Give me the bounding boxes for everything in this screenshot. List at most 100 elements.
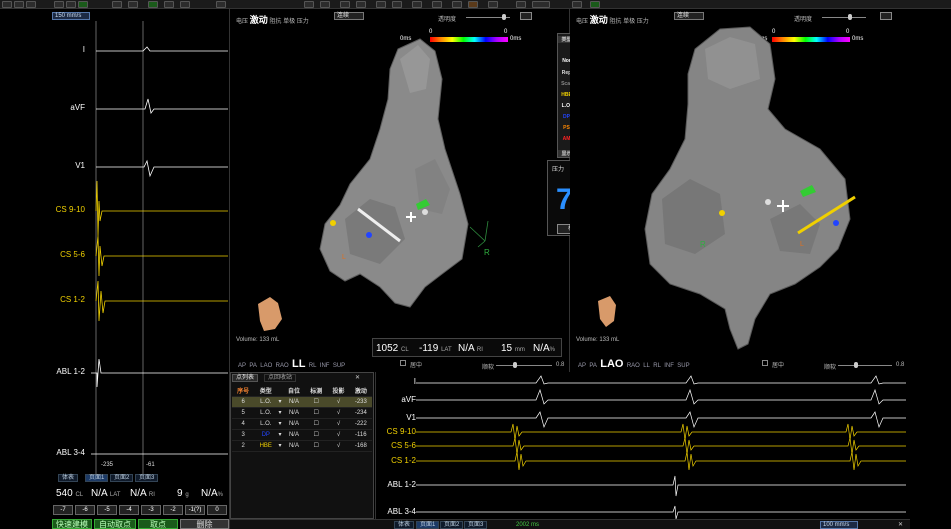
offset-button-minus2[interactable]: -2 — [163, 505, 183, 515]
offset-button-minus7[interactable]: -7 — [53, 505, 73, 515]
offset-button-minus3[interactable]: -3 — [141, 505, 161, 515]
tab-surface[interactable]: 体表 — [58, 474, 79, 482]
tab-point-list[interactable]: 点列表 — [232, 374, 259, 382]
row-index: 5 — [232, 407, 255, 419]
take-point-button[interactable]: 取点 — [138, 519, 178, 529]
table-close-icon[interactable]: ✕ — [355, 374, 360, 381]
toolbar-button-1[interactable] — [2, 1, 12, 8]
toolbar-button-5[interactable] — [66, 1, 76, 8]
view-sup-right[interactable]: SUP — [677, 363, 689, 369]
header-mapped[interactable]: 标测 — [305, 385, 328, 397]
view-rao[interactable]: RAO — [276, 363, 289, 369]
view-sup[interactable]: SUP — [333, 363, 345, 369]
channel-label-cs-1-2: CS 1-2 — [60, 295, 85, 304]
rt-speed-select[interactable]: 100 mm/s — [820, 521, 858, 529]
header-index[interactable]: 序号 — [232, 385, 255, 397]
header-type[interactable]: 类型 — [254, 385, 278, 397]
row-check-mark: √ — [327, 396, 350, 408]
table-row[interactable]: 2 HBE ▾ N/A ☐ √ -168 — [232, 440, 372, 452]
view-inf-right[interactable]: INF — [664, 363, 674, 369]
toolbar-button-19[interactable] — [412, 1, 422, 8]
offset-button-minus5[interactable]: -5 — [97, 505, 117, 515]
toolbar-button-22[interactable] — [468, 1, 478, 8]
toolbar-button-18[interactable] — [392, 1, 402, 8]
toolbar-button-3[interactable] — [26, 1, 36, 8]
rt-tab-page3[interactable]: 页面3 — [464, 521, 488, 529]
table-row[interactable]: 3 DP ▾ N/A ☐ √ -116 — [232, 429, 372, 441]
toolbar-button-4[interactable] — [54, 1, 64, 8]
sweep-speed-select[interactable]: 150 mm/s — [52, 12, 90, 20]
toolbar-button-8[interactable] — [128, 1, 138, 8]
view-pa[interactable]: PA — [249, 363, 257, 369]
view-rl-right[interactable]: RL — [653, 363, 661, 369]
toolbar-button-7[interactable] — [112, 1, 122, 8]
center-checkbox-right[interactable] — [762, 360, 768, 366]
header-activation[interactable]: 激动 — [349, 385, 372, 397]
toolbar-button-13[interactable] — [304, 1, 314, 8]
row-checkbox[interactable]: ☐ — [305, 407, 328, 419]
tab-page1[interactable]: 页面1 — [85, 474, 109, 482]
record-button[interactable] — [78, 1, 88, 8]
view-rl[interactable]: RL — [309, 363, 317, 369]
view-ap-right[interactable]: AP — [578, 363, 586, 369]
offset-button-zero[interactable]: 0 — [207, 505, 227, 515]
header-position[interactable]: 自位 — [282, 385, 306, 397]
map-view-lao[interactable]: 电压 激动 阻抗 单极 压力 连续 透明度 0 0 -0ms 0ms L R V… — [570, 9, 910, 372]
toolbar-button-11[interactable] — [180, 1, 190, 8]
toolbar-button-9[interactable] — [148, 1, 158, 8]
auto-point-button[interactable]: 自动取点 — [94, 519, 136, 529]
toolbar-button-14[interactable] — [320, 1, 330, 8]
view-lao-right[interactable]: LAO — [600, 358, 623, 370]
fast-model-button[interactable]: 快速建模 — [52, 519, 92, 529]
row-position: N/A — [282, 418, 306, 430]
force-title: 压力 — [552, 167, 565, 173]
rt-tab-surface[interactable]: 体表 — [394, 521, 415, 529]
view-ll-right[interactable]: LL — [643, 363, 650, 369]
toolbar-button-12[interactable] — [216, 1, 226, 8]
view-pa-right[interactable]: PA — [589, 363, 597, 369]
bottom-close-icon[interactable]: ✕ — [898, 521, 903, 528]
view-ll[interactable]: LL — [292, 358, 305, 370]
toolbar-button-2[interactable] — [14, 1, 24, 8]
tab-point-recycle[interactable]: 点回收站 — [264, 374, 297, 382]
offset-button-minus1[interactable]: -1(?) — [185, 505, 205, 515]
toolbar-button-26[interactable] — [572, 1, 582, 8]
tab-page2[interactable]: 页面2 — [110, 474, 134, 482]
view-ap[interactable]: AP — [238, 363, 246, 369]
center-checkbox[interactable] — [400, 360, 406, 366]
view-lao[interactable]: LAO — [260, 363, 272, 369]
table-row[interactable]: 6 L.O. ▾ N/A ☐ √ -233 — [232, 396, 372, 408]
smooth-slider-handle[interactable] — [513, 362, 517, 368]
smooth-slider[interactable] — [496, 365, 552, 366]
table-row[interactable]: 5 L.O. ▾ N/A ☐ √ -234 — [232, 407, 372, 419]
toolbar-button-17[interactable] — [376, 1, 386, 8]
offset-button-minus6[interactable]: -6 — [75, 505, 95, 515]
rt-tab-page1[interactable]: 页面1 — [416, 521, 440, 529]
delete-button[interactable]: 删除 — [180, 519, 229, 529]
toolbar-button-25[interactable] — [532, 1, 550, 8]
toolbar-button-21[interactable] — [452, 1, 462, 8]
row-checkbox[interactable]: ☐ — [305, 429, 328, 441]
toolbar-button-16[interactable] — [356, 1, 366, 8]
rt-tab-page2[interactable]: 页面2 — [440, 521, 464, 529]
toolbar-button-15[interactable] — [340, 1, 350, 8]
toolbar-button-23[interactable] — [488, 1, 498, 8]
header-projected[interactable]: 投影 — [327, 385, 350, 397]
row-checkbox[interactable]: ☐ — [305, 396, 328, 408]
view-inf[interactable]: INF — [320, 363, 330, 369]
map-view-ll[interactable]: 电压 激动 阻抗 单极 压力 连续 透明度 0 0 0ms 0ms L R Vo… — [230, 9, 570, 372]
view-rao-right[interactable]: RAO — [627, 363, 640, 369]
toolbar-button-27[interactable] — [590, 1, 600, 8]
tab-page3[interactable]: 页面3 — [135, 474, 159, 482]
toolbar-button-20[interactable] — [432, 1, 442, 8]
row-check-mark: √ — [327, 418, 350, 430]
smooth-slider-handle-right[interactable] — [854, 362, 858, 368]
row-checkbox[interactable]: ☐ — [305, 440, 328, 452]
toolbar-button-24[interactable] — [516, 1, 526, 8]
rt-label-abl-1-2: ABL 1-2 — [387, 480, 416, 489]
smooth-slider-right[interactable] — [838, 365, 892, 366]
toolbar-button-10[interactable] — [164, 1, 174, 8]
offset-button-minus4[interactable]: -4 — [119, 505, 139, 515]
row-checkbox[interactable]: ☐ — [305, 418, 328, 430]
table-row[interactable]: 4 L.O. ▾ N/A ☐ √ -222 — [232, 418, 372, 430]
